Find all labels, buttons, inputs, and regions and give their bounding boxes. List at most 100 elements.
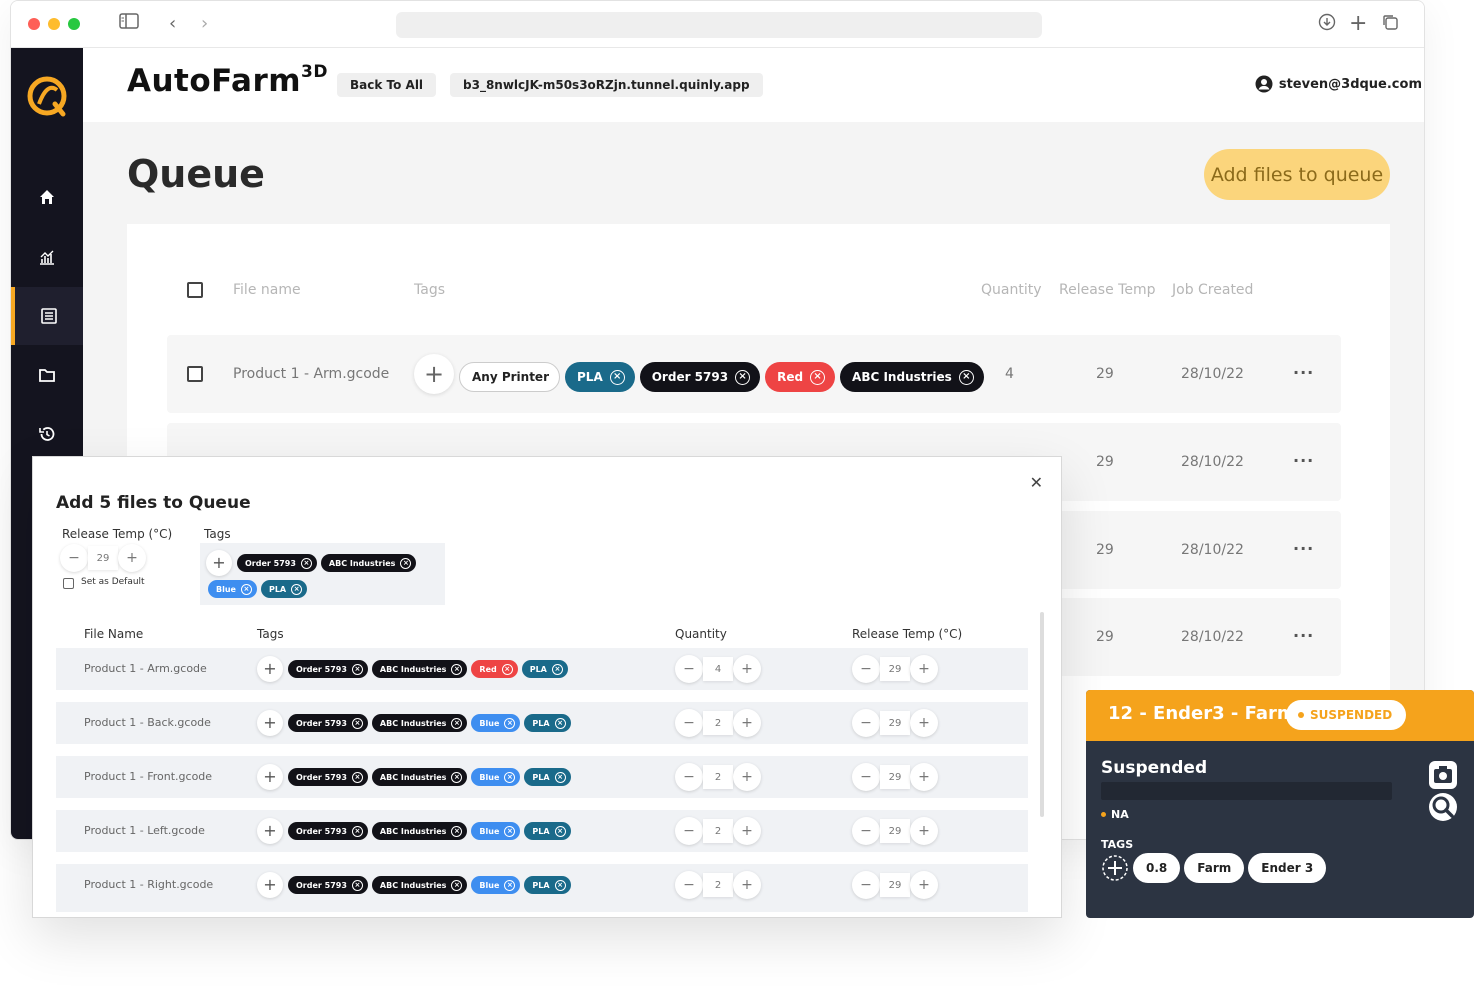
add-tag-button[interactable]: + (257, 764, 283, 790)
quantity-value[interactable]: 2 (703, 711, 733, 735)
increment-button[interactable]: + (910, 817, 938, 845)
add-tag-icon[interactable] (1101, 854, 1129, 882)
quantity-stepper[interactable]: − 2 + (675, 817, 761, 845)
back-arrow-icon[interactable]: ‹ (169, 13, 176, 35)
printer-tag-chip[interactable]: Farm (1184, 853, 1245, 883)
increment-button[interactable]: + (733, 709, 761, 737)
decrement-button[interactable]: − (675, 655, 703, 683)
remove-tag-icon[interactable]: × (504, 771, 516, 783)
decrement-button[interactable]: − (852, 871, 880, 899)
remove-tag-icon[interactable]: × (351, 825, 363, 837)
nav-analytics[interactable] (11, 228, 83, 286)
quantity-value[interactable]: 2 (703, 765, 733, 789)
remove-tag-icon[interactable]: × (451, 717, 463, 729)
quantity-value[interactable]: 4 (703, 657, 733, 681)
remove-tag-icon[interactable]: × (609, 369, 625, 385)
minimize-window-button[interactable] (48, 18, 60, 30)
tag-chip[interactable]: PLA × (524, 876, 571, 894)
release-temp-stepper[interactable]: − 29 + (852, 709, 938, 737)
tag-chip[interactable]: ABC Industries × (371, 876, 468, 894)
forward-arrow-icon[interactable]: › (201, 13, 208, 35)
tag-chip[interactable]: PLA × (524, 768, 571, 786)
remove-tag-icon[interactable]: × (504, 879, 516, 891)
tag-chip[interactable]: ABC Industries × (371, 822, 468, 840)
nav-files[interactable] (11, 346, 83, 404)
temp-value[interactable]: 29 (880, 873, 910, 897)
tag-chip[interactable]: Order 5793 × (288, 714, 368, 732)
remove-tag-icon[interactable]: × (400, 557, 412, 569)
remove-tag-icon[interactable]: × (958, 369, 974, 385)
tag-chip[interactable]: PLA × (524, 822, 571, 840)
maximize-window-button[interactable] (68, 18, 80, 30)
tag-chip[interactable]: PLA × (260, 580, 308, 598)
nav-history[interactable] (11, 405, 83, 463)
quantity-stepper[interactable]: − 4 + (675, 655, 761, 683)
quantity-value[interactable]: 2 (703, 873, 733, 897)
quantity-stepper[interactable]: − 2 + (675, 871, 761, 899)
decrement-button[interactable]: − (852, 655, 880, 683)
printer-tag-chip[interactable]: 0.8 (1133, 853, 1181, 883)
tag-chip[interactable]: Order 5793 × (288, 876, 368, 894)
quantity-value[interactable]: 2 (703, 819, 733, 843)
release-temp-stepper[interactable]: − 29 + (852, 817, 938, 845)
increment-button[interactable]: + (733, 763, 761, 791)
remove-tag-icon[interactable]: × (240, 583, 252, 595)
decrement-button[interactable]: − (852, 709, 880, 737)
temp-value[interactable]: 29 (880, 657, 910, 681)
increment-button[interactable]: + (118, 544, 146, 572)
autofarm-logo[interactable] (25, 74, 69, 118)
increment-button[interactable]: + (733, 871, 761, 899)
download-icon[interactable] (1318, 13, 1336, 37)
release-temp-stepper[interactable]: − 29 + (852, 871, 938, 899)
decrement-button[interactable]: − (675, 763, 703, 791)
release-temp-stepper[interactable]: − 29 + (852, 655, 938, 683)
remove-tag-icon[interactable]: × (551, 663, 563, 675)
remove-tag-icon[interactable]: × (554, 825, 566, 837)
remove-tag-icon[interactable]: × (554, 879, 566, 891)
tag-chip[interactable]: Blue × (471, 714, 521, 732)
tag-chip[interactable]: ABC Industries × (320, 554, 417, 572)
row-more-icon[interactable]: ··· (1293, 451, 1314, 470)
remove-tag-icon[interactable]: × (351, 771, 363, 783)
row-more-icon[interactable]: ··· (1293, 363, 1314, 382)
decrement-button[interactable]: − (60, 544, 88, 572)
release-temp-value[interactable]: 29 (88, 546, 118, 570)
temp-value[interactable]: 29 (880, 765, 910, 789)
tag-chip[interactable]: Order 5793 × (237, 554, 317, 572)
decrement-button[interactable]: − (675, 709, 703, 737)
increment-button[interactable]: + (910, 709, 938, 737)
tag-chip[interactable]: ABC Industries × (371, 768, 468, 786)
decrement-button[interactable]: − (852, 817, 880, 845)
quantity-stepper[interactable]: − 2 + (675, 709, 761, 737)
remove-tag-icon[interactable]: × (451, 771, 463, 783)
temp-value[interactable]: 29 (880, 711, 910, 735)
add-tag-button[interactable]: + (257, 656, 283, 682)
remove-tag-icon[interactable]: × (810, 369, 826, 385)
remove-tag-icon[interactable]: × (300, 557, 312, 569)
increment-button[interactable]: + (910, 871, 938, 899)
tag-chip[interactable]: ABC Industries × (371, 660, 468, 678)
tag-chip[interactable]: Blue × (208, 580, 257, 598)
tag-chip[interactable]: PLA × (524, 714, 571, 732)
increment-button[interactable]: + (733, 655, 761, 683)
add-tag-button[interactable]: + (414, 354, 454, 394)
tag-chip[interactable]: Red × (765, 362, 836, 392)
set-default-checkbox[interactable] (63, 578, 74, 589)
tag-chip[interactable]: Red × (471, 660, 518, 678)
tag-chip[interactable]: Blue × (471, 822, 521, 840)
release-temp-stepper[interactable]: − 29 + (852, 763, 938, 791)
tag-chip[interactable]: Order 5793 × (288, 768, 368, 786)
modal-scrollbar[interactable] (1040, 612, 1044, 817)
add-tag-button[interactable]: + (257, 872, 283, 898)
row-more-icon[interactable]: ··· (1293, 539, 1314, 558)
remove-tag-icon[interactable]: × (504, 825, 516, 837)
nav-queue[interactable] (11, 287, 83, 345)
close-icon[interactable]: ✕ (1030, 473, 1043, 492)
table-row[interactable]: Product 1 - Arm.gcode + Any Printer PLA ×… (167, 335, 1341, 413)
remove-tag-icon[interactable]: × (351, 879, 363, 891)
row-more-icon[interactable]: ··· (1293, 626, 1314, 645)
tag-chip[interactable]: Blue × (471, 876, 521, 894)
tabs-overview-icon[interactable] (1381, 13, 1399, 37)
tag-chip[interactable]: Blue × (471, 768, 521, 786)
remove-tag-icon[interactable]: × (291, 583, 303, 595)
